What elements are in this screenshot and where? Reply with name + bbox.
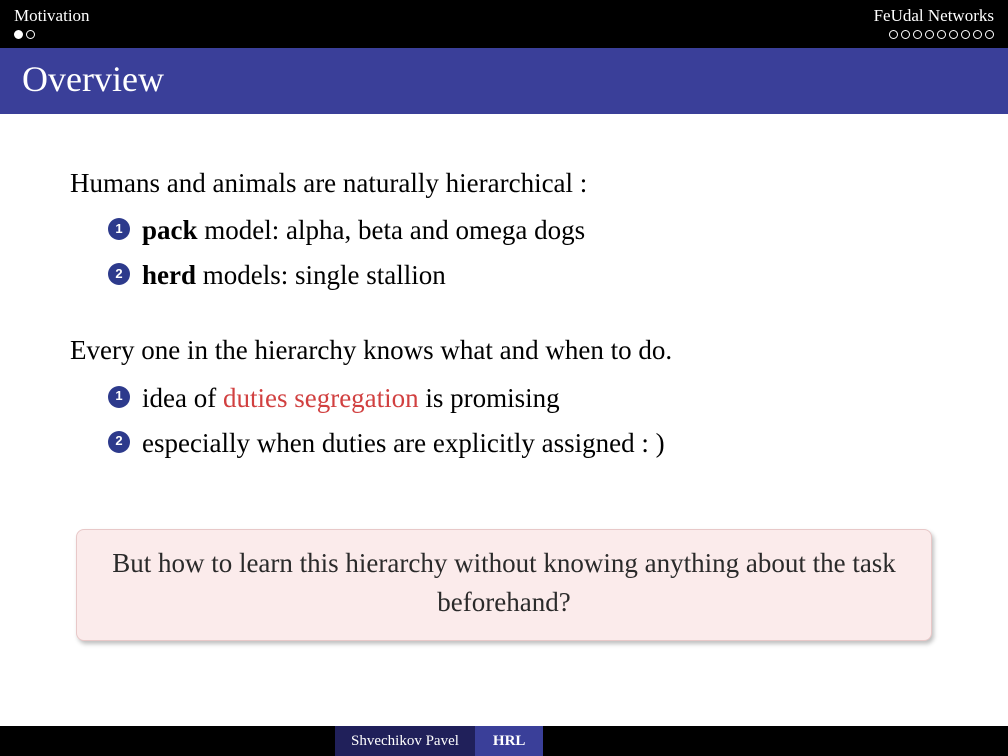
footer-author: Shvechikov Pavel [335,726,475,756]
list-item-text: models: single stallion [196,260,446,290]
section-right-label[interactable]: FeUdal Networks [874,6,994,26]
progress-dot[interactable] [913,30,922,39]
enum-number-icon: 2 [108,431,130,453]
slide-title-bar: Overview [0,48,1008,114]
list-item-bold: herd [142,260,196,290]
list-item-text: especially when duties are explicitly as… [142,428,665,458]
progress-dot[interactable] [889,30,898,39]
progress-dot[interactable] [973,30,982,39]
progress-dot[interactable] [937,30,946,39]
progress-dot[interactable] [925,30,934,39]
list-item: 1 idea of duties segregation is promising [108,379,938,418]
section-left-label[interactable]: Motivation [14,6,90,26]
list-item: 1 pack model: alpha, beta and omega dogs [108,211,938,250]
progress-dot[interactable] [949,30,958,39]
enumerated-list-1: 1 pack model: alpha, beta and omega dogs 2… [70,211,938,301]
progress-dot[interactable] [26,30,35,39]
list-item-text: model: alpha, beta and omega dogs [198,215,586,245]
highlight-question-box: But how to learn this hierarchy without … [76,529,932,641]
slide-title: Overview [22,58,986,100]
paragraph-1: Humans and animals are naturally hierarc… [70,164,938,203]
progress-dot[interactable] [14,30,23,39]
enum-number-icon: 1 [108,386,130,408]
list-item-text: is promising [419,383,560,413]
list-item: 2 herd models: single stallion [108,256,938,295]
list-item-highlight: duties segregation [223,383,419,413]
top-navigation: Motivation FeUdal Networks [0,0,1008,48]
list-item: 2 especially when duties are explicitly a… [108,424,938,463]
slide-body: Humans and animals are naturally hierarc… [0,114,1008,726]
enum-number-icon: 2 [108,263,130,285]
progress-dot[interactable] [961,30,970,39]
list-item-text: idea of [142,383,223,413]
enum-number-icon: 1 [108,218,130,240]
footer-bar: Shvechikov Pavel HRL [0,726,1008,756]
footer-short-title: HRL [475,726,544,756]
list-item-bold: pack [142,215,198,245]
enumerated-list-2: 1 idea of duties segregation is promising… [70,379,938,469]
progress-dot[interactable] [901,30,910,39]
section-right-progress-dots [874,30,994,39]
progress-dot[interactable] [985,30,994,39]
section-left-progress-dots [14,30,90,39]
paragraph-2: Every one in the hierarchy knows what an… [70,331,938,370]
